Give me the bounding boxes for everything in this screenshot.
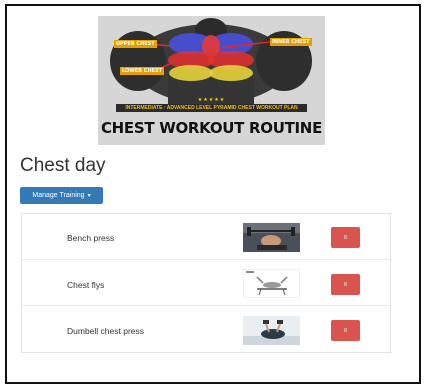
delete-exercise-button[interactable]: x: [331, 227, 360, 248]
caret-down-icon: ▾: [87, 192, 91, 199]
page-title: Chest day: [20, 155, 106, 176]
bench-press-image: [243, 223, 300, 252]
exercise-list: Bench press x Chest flys x Dumbell chest…: [21, 213, 391, 353]
exercise-row-dumbell-chest-press: Dumbell chest press x: [22, 306, 390, 352]
lower-chest-label: LOWER CHEST: [120, 67, 165, 75]
banner-subtitle: INTERMEDIATE · ADVANCED LEVEL PYRAMID CH…: [116, 104, 307, 112]
exercise-row-chest-flys: Chest flys x: [22, 260, 390, 306]
upper-chest-label: UPPER CHEST: [114, 40, 157, 48]
workout-banner-image: UPPER CHEST INNER CHEST LOWER CHEST ★★★★…: [98, 16, 325, 145]
inner-chest-label: INNER CHEST: [270, 38, 312, 46]
delete-exercise-button[interactable]: x: [331, 320, 360, 341]
manage-training-label: Manage Training: [32, 192, 85, 199]
delete-exercise-button[interactable]: x: [331, 274, 360, 295]
exercise-name: Bench press: [67, 233, 115, 243]
rating-stars: ★★★★★: [197, 97, 226, 103]
banner-title: CHEST WORKOUT ROUTINE: [100, 119, 323, 137]
exercise-name: Dumbell chest press: [67, 326, 145, 336]
exercise-row-bench-press: Bench press x: [22, 214, 390, 260]
chest-flys-image: [243, 269, 300, 298]
dumbell-chest-press-image: [243, 316, 300, 345]
manage-training-button[interactable]: Manage Training ▾: [20, 187, 103, 204]
exercise-name: Chest flys: [67, 280, 105, 290]
